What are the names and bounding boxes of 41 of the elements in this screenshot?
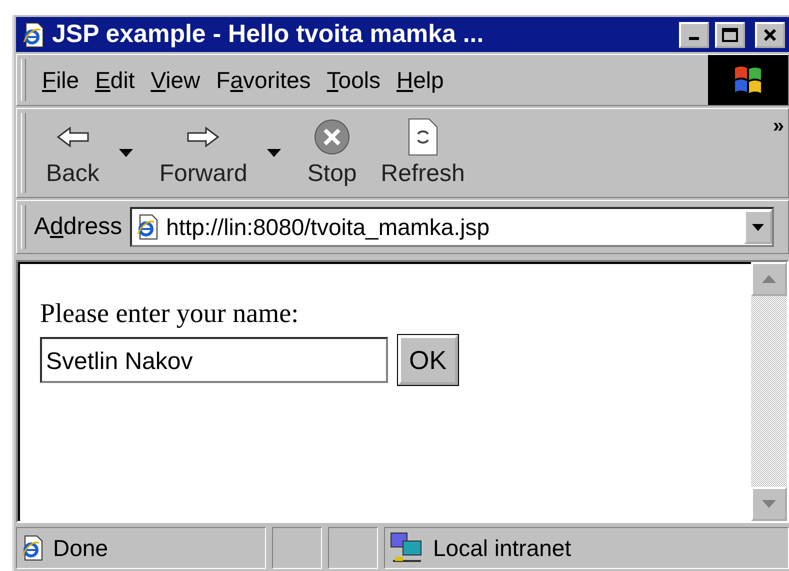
window-title: JSP example - Hello tvoita mamka ...	[52, 20, 485, 49]
name-field[interactable]: Svetlin Nakov	[40, 337, 388, 383]
status-panel	[328, 527, 378, 569]
page-icon	[136, 214, 160, 240]
up-arrow-icon	[762, 275, 776, 283]
scroll-down-button[interactable]	[751, 487, 787, 521]
dropdown-button[interactable]	[744, 210, 772, 244]
caret-icon	[752, 224, 764, 230]
page-icon	[22, 22, 46, 48]
status-text: Done	[53, 534, 108, 562]
toolbar-button[interactable]: Forward	[147, 118, 296, 188]
minimize-icon	[689, 37, 699, 40]
menu-item[interactable]: Edit	[87, 66, 143, 94]
maximize-icon	[722, 28, 738, 42]
scrollbar[interactable]	[751, 262, 787, 521]
toolbar-button[interactable]: Stop	[295, 118, 369, 188]
refresh-icon	[406, 118, 439, 156]
stop-icon	[313, 118, 352, 156]
menu-item[interactable]: File	[34, 66, 88, 94]
down-arrow-icon	[762, 500, 776, 508]
ok-button[interactable]: OK	[398, 335, 458, 385]
menu-item[interactable]: Help	[388, 66, 452, 94]
scroll-up-button[interactable]	[751, 262, 787, 296]
address-label: Address	[34, 213, 124, 241]
toolbar-button[interactable]: Back	[34, 118, 148, 188]
menu-item[interactable]: Tools	[318, 66, 388, 94]
address-field[interactable]: http://lin:8080/tvoita_mamka.jsp	[130, 207, 774, 247]
close-button[interactable]	[755, 22, 785, 48]
minimize-button[interactable]	[679, 22, 709, 48]
status-panel	[272, 527, 322, 569]
prompt-text: Please enter your name:	[40, 298, 300, 329]
menu-item[interactable]: View	[142, 66, 208, 94]
maximize-button[interactable]	[715, 22, 745, 48]
close-icon	[763, 28, 777, 42]
zone-text: Local intranet	[433, 534, 572, 562]
more-button[interactable]: »	[772, 115, 784, 138]
menu-item[interactable]: Favorites	[208, 66, 319, 94]
toolbar-button[interactable]: Refresh	[368, 118, 477, 188]
dropdown-caret-icon[interactable]	[119, 149, 134, 157]
page-icon	[21, 535, 45, 561]
dropdown-caret-icon[interactable]	[267, 149, 282, 157]
